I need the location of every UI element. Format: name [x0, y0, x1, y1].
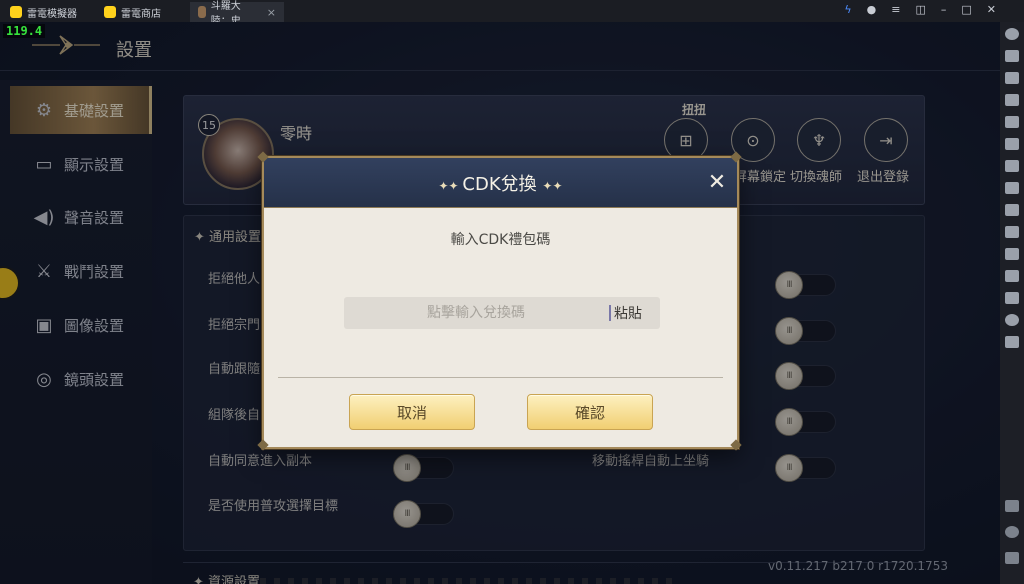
- home-icon[interactable]: [1005, 526, 1019, 538]
- minimize-icon[interactable]: –: [941, 3, 947, 16]
- keyboard-icon[interactable]: [1005, 50, 1019, 62]
- flash-icon[interactable]: ϟ: [844, 3, 851, 16]
- account-icon[interactable]: ●: [867, 3, 877, 16]
- paste-button[interactable]: 粘貼: [614, 303, 642, 323]
- game-viewport: 設置 ⚙ 基礎設置 ▭ 顯示設置 ◀) 聲音設置 ⚔ 戰鬥設置 ▣ 圖像設置 ◎…: [0, 22, 1000, 584]
- dialog-header: ✦✦ CDK兌換 ✦✦ ✕: [264, 158, 737, 208]
- location-icon[interactable]: [1005, 314, 1019, 326]
- cancel-button[interactable]: 取消: [349, 394, 475, 430]
- fps-counter: 119.4: [3, 24, 46, 38]
- dialog-divider: [278, 377, 723, 378]
- tab-game[interactable]: 斗羅大陸：史... ×: [190, 1, 284, 27]
- close-window-icon[interactable]: ✕: [987, 3, 996, 16]
- record-icon[interactable]: [1005, 226, 1019, 238]
- tab-label: 雷電模擬器: [27, 8, 77, 20]
- maximize-icon[interactable]: □: [961, 3, 971, 16]
- dialog-title-text: CDK兌換: [462, 174, 537, 195]
- cdk-input[interactable]: [344, 297, 608, 329]
- store-icon: [104, 6, 116, 18]
- sparkle-icon: ✦✦: [542, 179, 563, 193]
- paste-separator: [609, 305, 611, 321]
- tab-label: 雷電商店: [121, 8, 161, 20]
- menu-icon[interactable]: ≡: [891, 3, 900, 16]
- script-icon[interactable]: [1005, 248, 1019, 260]
- sparkle-icon: ✦✦: [438, 179, 463, 193]
- robot-icon[interactable]: [1005, 182, 1019, 194]
- restore-icon[interactable]: ◫: [915, 3, 925, 16]
- game-icon: [198, 6, 206, 18]
- scissors-icon[interactable]: [1005, 204, 1019, 216]
- tab-store[interactable]: 雷電商店: [96, 2, 169, 22]
- shake-icon[interactable]: [1005, 270, 1019, 282]
- folder-icon[interactable]: [1005, 292, 1019, 304]
- close-icon[interactable]: ✕: [705, 171, 729, 195]
- cdk-input-box: 粘貼: [344, 297, 660, 329]
- cdk-dialog: ✦✦ CDK兌換 ✦✦ ✕ 輸入CDK禮包碼 粘貼 取消 確認: [257, 151, 742, 451]
- settings-tool-icon[interactable]: [1005, 28, 1019, 40]
- dialog-title: ✦✦ CDK兌換 ✦✦: [264, 170, 737, 196]
- back-icon[interactable]: [1005, 500, 1019, 512]
- emulator-title-bar: 雷電模擬器 雷電商店 斗羅大陸：史... × ϟ ● ≡ ◫ – □ ✕: [0, 0, 1024, 27]
- apk-icon[interactable]: [1005, 160, 1019, 172]
- tab-ldplayer[interactable]: 雷電模擬器: [2, 2, 85, 22]
- ldplayer-icon: [10, 6, 22, 18]
- multi-instance-icon[interactable]: [1005, 336, 1019, 348]
- window-controls: ϟ ● ≡ ◫ – □ ✕: [844, 3, 996, 16]
- volume-down-icon[interactable]: [1005, 94, 1019, 106]
- fullscreen-icon[interactable]: [1005, 116, 1019, 128]
- dialog-subtitle: 輸入CDK禮包碼: [450, 232, 551, 248]
- confirm-button[interactable]: 確認: [527, 394, 653, 430]
- close-tab-icon[interactable]: ×: [267, 6, 276, 19]
- recents-icon[interactable]: [1005, 552, 1019, 564]
- volume-up-icon[interactable]: [1005, 72, 1019, 84]
- emulator-toolbar: [1000, 22, 1024, 584]
- sync-icon[interactable]: [1005, 138, 1019, 150]
